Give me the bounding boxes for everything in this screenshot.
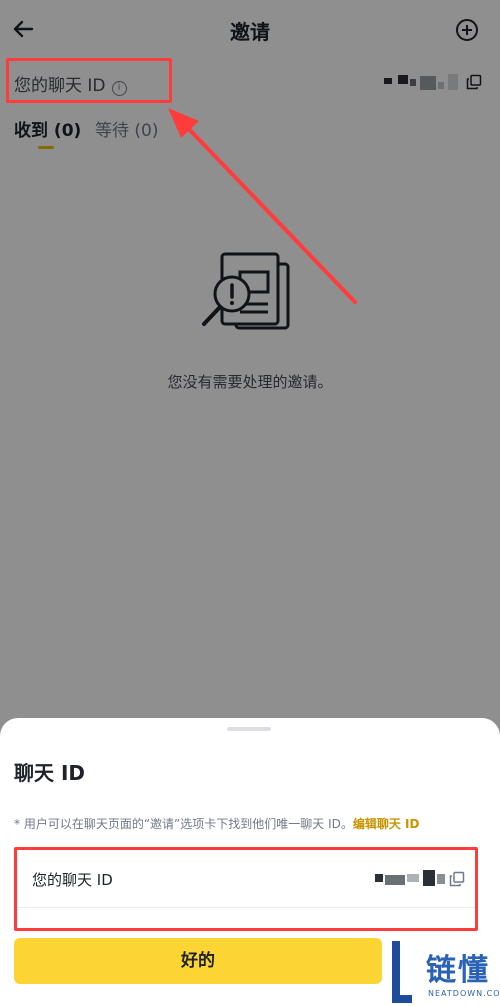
watermark-logo: 链懂 NEATDOWN.COM [386,939,500,1006]
ok-button[interactable]: 好的 [14,938,382,984]
watermark-text: 链懂 [426,953,490,988]
annotation-box-sheet [14,847,478,931]
watermark-l-icon [392,941,412,1003]
sheet-drag-handle[interactable] [227,727,271,731]
watermark-subtext: NEATDOWN.COM [428,989,500,998]
hint-text: * 用户可以在聊天页面的“邀请”选项卡下找到他们唯一聊天 ID。 [14,817,353,831]
annotation-box-top [6,58,172,103]
edit-chat-id-link[interactable]: 编辑聊天 ID [353,817,420,831]
sheet-hint: * 用户可以在聊天页面的“邀请”选项卡下找到他们唯一聊天 ID。编辑聊天 ID [14,815,494,832]
sheet-title: 聊天 ID [14,761,86,785]
